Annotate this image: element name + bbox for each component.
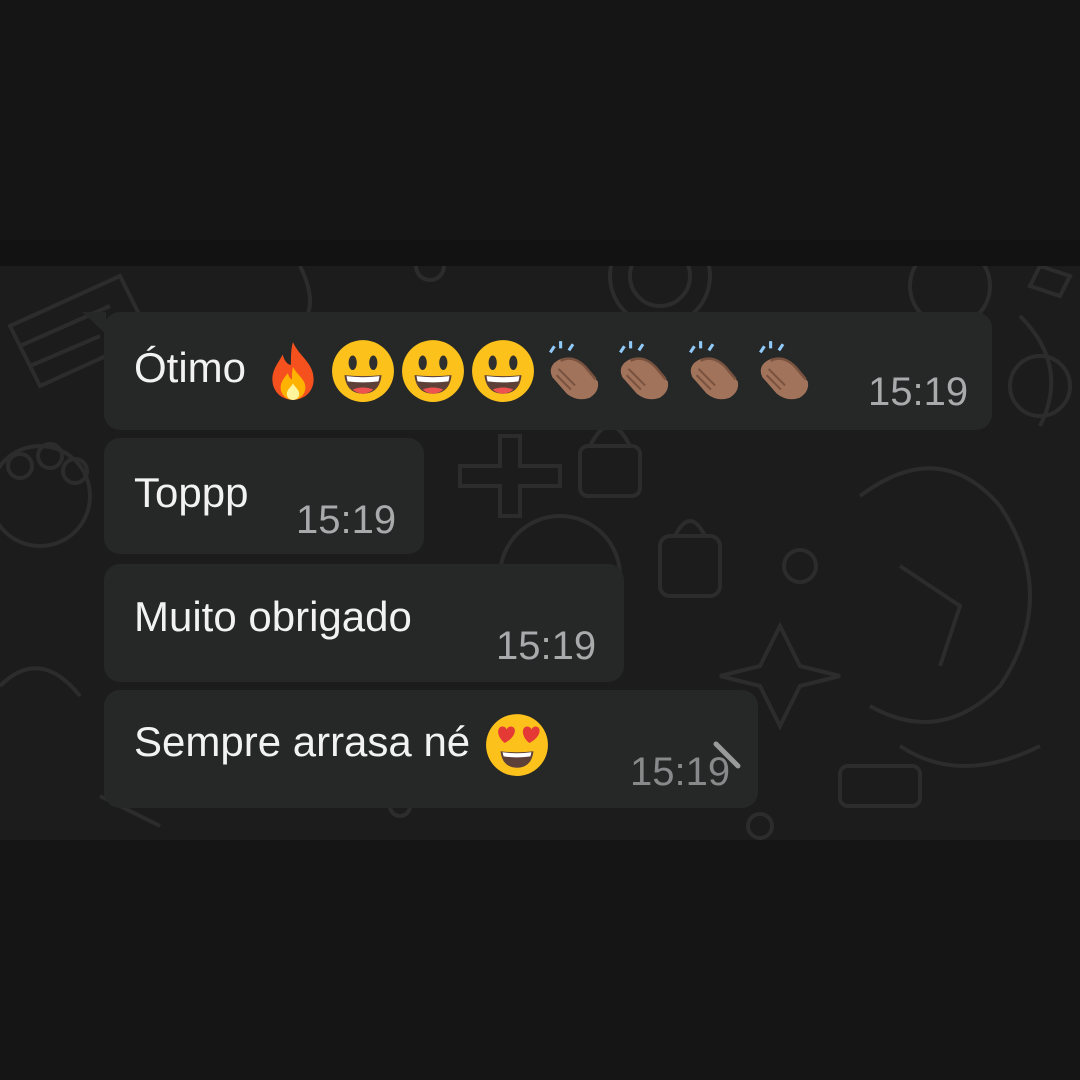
message-timestamp: 15:19: [296, 498, 397, 542]
edit-pencil-icon: [713, 741, 741, 769]
message-text-row: Sempre arrasa né: [134, 712, 554, 778]
message-text: Toppp: [134, 469, 249, 516]
message-bubble[interactable]: Muito obrigado 15:19: [104, 564, 624, 682]
bubble-tail: [82, 312, 106, 334]
fire-icon: [260, 338, 326, 404]
message-timestamp: 15:19: [496, 624, 597, 668]
emoji-row: [484, 712, 554, 778]
message-timestamp: 15:19: [868, 370, 969, 414]
message-text: Sempre arrasa né: [134, 718, 471, 766]
message-bubble[interactable]: Sempre arrasa né 15:19: [104, 690, 758, 808]
grinning-face-icon: [330, 338, 396, 404]
clapping-hands-icon: [680, 338, 746, 404]
clapping-hands-icon: [610, 338, 676, 404]
emoji-row: [260, 338, 820, 404]
heart-eyes-face-icon: [484, 712, 550, 778]
clapping-hands-icon: [750, 338, 816, 404]
message-text: Ótimo: [134, 344, 247, 392]
header-divider: [0, 240, 1080, 268]
screenshot-page: Ótimo 15:19 Toppp 15:19 Muito obrigado 1…: [0, 0, 1080, 1080]
grinning-face-icon: [470, 338, 536, 404]
message-text-row: Ótimo: [134, 338, 820, 404]
message-bubble[interactable]: Toppp 15:19: [104, 438, 424, 554]
message-text: Muito obrigado: [134, 593, 412, 640]
grinning-face-icon: [400, 338, 466, 404]
clapping-hands-icon: [540, 338, 606, 404]
message-bubble[interactable]: Ótimo 15:19: [104, 312, 992, 430]
